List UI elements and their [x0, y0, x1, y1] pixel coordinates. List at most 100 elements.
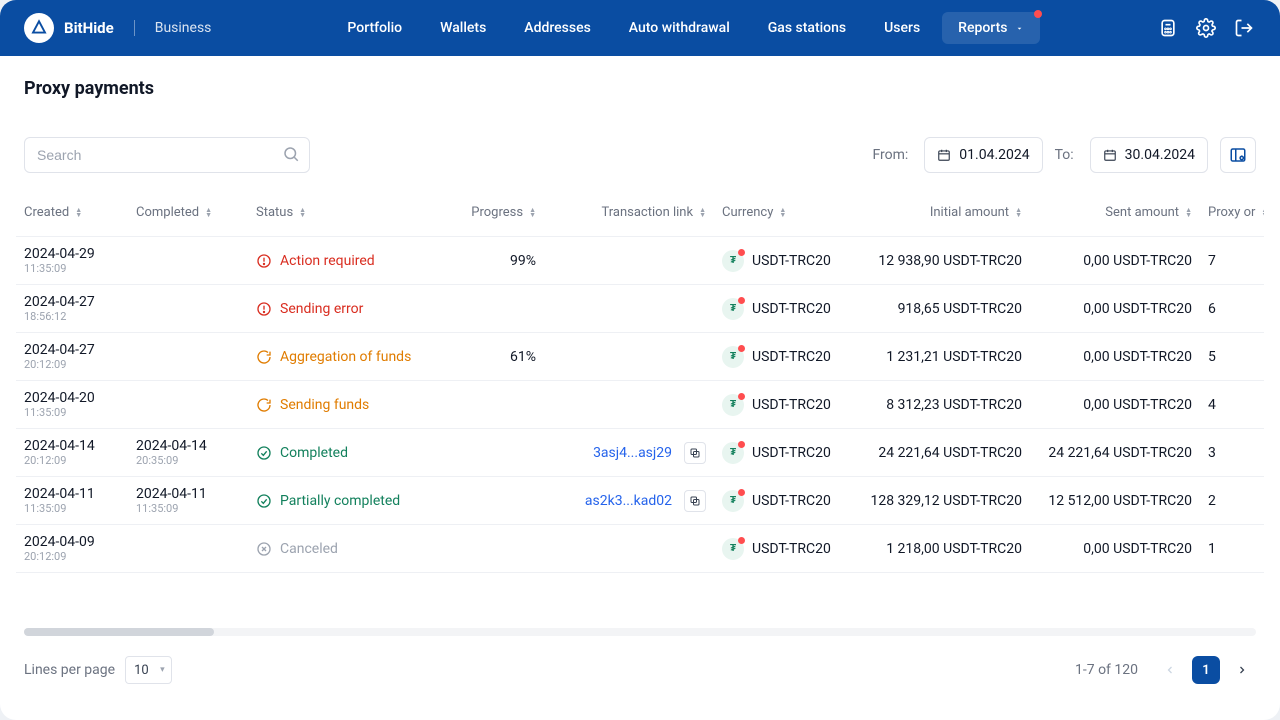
column-header-proxy[interactable]: Proxy or▲▼ [1200, 205, 1264, 220]
date-from-picker[interactable]: 01.04.2024 [924, 137, 1042, 173]
column-header-txlink[interactable]: Transaction link▲▼ [544, 205, 714, 220]
scrollbar-thumb[interactable] [24, 628, 214, 636]
status-cell: Sending error [248, 301, 448, 317]
created-cell: 2024-04-0920:12:09 [16, 534, 128, 564]
sort-icon: ▲▼ [299, 208, 306, 218]
nav-item-users[interactable]: Users [868, 12, 936, 44]
status-cell: Canceled [248, 541, 448, 557]
gear-icon[interactable] [1194, 16, 1218, 40]
txlink-cell: as2k3...kad02 [544, 490, 714, 512]
table-row[interactable]: 2024-04-2911:35:09Action required99%₮USD… [16, 237, 1264, 285]
pager-prev-button[interactable] [1156, 656, 1184, 684]
completed-cell: 2024-04-1420:35:09 [128, 438, 248, 468]
per-page-label: Lines per page [24, 662, 115, 678]
currency-cell: ₮USDT-TRC20 [714, 298, 850, 320]
copy-button[interactable] [684, 490, 706, 512]
sort-icon: ▲▼ [699, 208, 706, 218]
column-header-currency[interactable]: Currency▲▼ [714, 205, 850, 220]
usdt-icon: ₮ [722, 538, 744, 560]
table-row[interactable]: 2024-04-1111:35:092024-04-1111:35:09Part… [16, 477, 1264, 525]
sent-cell: 0,00 USDT-TRC20 [1030, 349, 1200, 365]
sent-cell: 0,00 USDT-TRC20 [1030, 541, 1200, 557]
nav-item-wallets[interactable]: Wallets [424, 12, 502, 44]
transaction-link[interactable]: as2k3...kad02 [585, 493, 672, 509]
nav-item-portfolio[interactable]: Portfolio [331, 12, 418, 44]
date-to-value: 30.04.2024 [1125, 147, 1195, 163]
status-icon [256, 445, 272, 461]
initial-cell: 128 329,12 USDT-TRC20 [850, 493, 1030, 509]
sort-icon: ▲▼ [75, 208, 82, 218]
currency-cell: ₮USDT-TRC20 [714, 490, 850, 512]
column-header-initial[interactable]: Initial amount▲▼ [850, 205, 1030, 220]
status-cell: Sending funds [248, 397, 448, 413]
status-badge: Completed [256, 445, 348, 461]
pager-page-1[interactable]: 1 [1192, 656, 1220, 684]
created-cell: 2024-04-2720:12:09 [16, 342, 128, 372]
nav-item-addresses[interactable]: Addresses [508, 12, 607, 44]
initial-cell: 12 938,90 USDT-TRC20 [850, 253, 1030, 269]
brand-sub: Business [155, 20, 212, 36]
status-badge: Action required [256, 253, 375, 269]
chevron-down-icon [1015, 24, 1024, 33]
sort-icon: ▲▼ [1015, 208, 1022, 218]
usdt-icon: ₮ [722, 298, 744, 320]
status-badge: Aggregation of funds [256, 349, 411, 365]
nav-item-reports[interactable]: Reports [942, 12, 1040, 44]
status-cell: Action required [248, 253, 448, 269]
initial-cell: 1 231,21 USDT-TRC20 [850, 349, 1030, 365]
columns-settings-button[interactable] [1220, 137, 1256, 173]
brand-block: BitHide Business [24, 13, 211, 43]
logout-icon[interactable] [1232, 16, 1256, 40]
copy-button[interactable] [684, 442, 706, 464]
currency-cell: ₮USDT-TRC20 [714, 538, 850, 560]
per-page-select[interactable]: 10 [125, 656, 172, 684]
status-badge: Canceled [256, 541, 338, 557]
date-to-picker[interactable]: 30.04.2024 [1090, 137, 1208, 173]
table-row[interactable]: 2024-04-2011:35:09Sending funds₮USDT-TRC… [16, 381, 1264, 429]
currency-cell: ₮USDT-TRC20 [714, 442, 850, 464]
status-icon [256, 301, 272, 317]
column-header-progress[interactable]: Progress▲▼ [448, 205, 544, 220]
column-header-completed[interactable]: Completed▲▼ [128, 205, 248, 220]
nav-item-auto-withdrawal[interactable]: Auto withdrawal [613, 12, 746, 44]
table-row[interactable]: 2024-04-2718:56:12Sending error₮USDT-TRC… [16, 285, 1264, 333]
nav-item-gas-stations[interactable]: Gas stations [752, 12, 862, 44]
date-from-label: From: [872, 147, 908, 163]
initial-cell: 1 218,00 USDT-TRC20 [850, 541, 1030, 557]
column-header-status[interactable]: Status▲▼ [248, 205, 448, 220]
status-icon [256, 253, 272, 269]
pager-next-button[interactable] [1228, 656, 1256, 684]
completed-cell: 2024-04-1111:35:09 [128, 486, 248, 516]
transaction-link[interactable]: 3asj4...asj29 [593, 445, 672, 461]
table-row[interactable]: 2024-04-0920:12:09 Canceled ₮USDT-TRC201 2… [16, 525, 1264, 573]
column-header-sent[interactable]: Sent amount▲▼ [1030, 205, 1200, 220]
proxy-cell: 1 [1200, 541, 1264, 557]
brand-divider [134, 20, 135, 36]
sort-icon: ▲▼ [205, 208, 212, 218]
table-row[interactable]: 2024-04-1420:12:092024-04-1420:35:09Comp… [16, 429, 1264, 477]
progress-cell: 99% [448, 253, 544, 269]
sort-icon: ▲▼ [1185, 208, 1192, 218]
search-input[interactable] [24, 137, 310, 173]
column-header-created[interactable]: Created▲▼ [16, 205, 128, 220]
progress-cell: 61% [448, 349, 544, 365]
horizontal-scrollbar[interactable] [24, 628, 1256, 636]
usdt-icon: ₮ [722, 490, 744, 512]
calculator-icon[interactable] [1156, 16, 1180, 40]
created-cell: 2024-04-1111:35:09 [16, 486, 128, 516]
sent-cell: 0,00 USDT-TRC20 [1030, 253, 1200, 269]
top-nav: PortfolioWalletsAddressesAuto withdrawal… [331, 12, 1040, 44]
table-body: 2024-04-2911:35:09 Action required 99% ₮USD… [16, 237, 1264, 573]
created-cell: 2024-04-2911:35:09 [16, 246, 128, 276]
per-page-value: 10 [134, 663, 149, 678]
initial-cell: 24 221,64 USDT-TRC20 [850, 445, 1030, 461]
proxy-cell: 2 [1200, 493, 1264, 509]
table-row[interactable]: 2024-04-2720:12:09 Aggregation of funds 61… [16, 333, 1264, 381]
brand-logo [24, 13, 54, 43]
date-from-value: 01.04.2024 [959, 147, 1029, 163]
status-icon [256, 541, 272, 557]
initial-cell: 8 312,23 USDT-TRC20 [850, 397, 1030, 413]
usdt-icon: ₮ [722, 394, 744, 416]
proxy-cell: 5 [1200, 349, 1264, 365]
proxy-cell: 7 [1200, 253, 1264, 269]
